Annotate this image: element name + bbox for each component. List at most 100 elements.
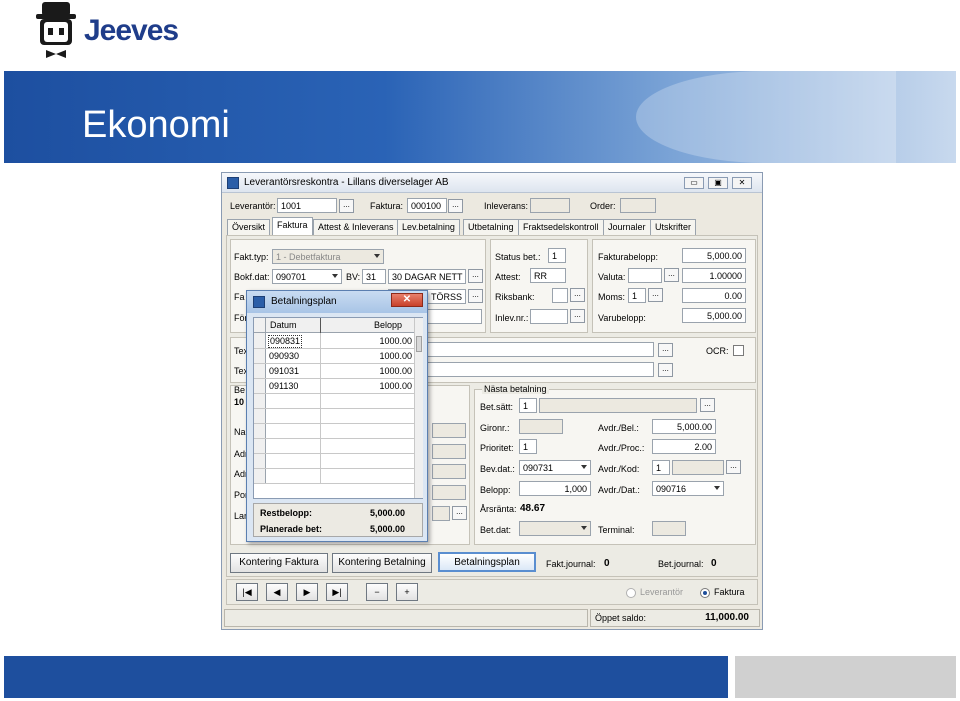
bv-lookup-button[interactable]: ... — [468, 269, 483, 283]
bev-dat-select[interactable]: 090731 — [519, 460, 591, 475]
leverantor-field[interactable]: 1001 — [277, 198, 337, 213]
previous-record-button[interactable]: ◀ — [266, 583, 288, 601]
country-field[interactable] — [432, 506, 450, 521]
leverantor-radio[interactable] — [626, 588, 636, 598]
jeeves-logo-icon — [34, 2, 78, 60]
restbelopp-value: 5,000.00 — [370, 508, 406, 518]
tab-oversikt[interactable]: Översikt — [227, 219, 271, 235]
country-lookup-button[interactable]: ... — [452, 506, 467, 520]
text2-lookup-button[interactable]: ... — [658, 363, 673, 377]
inlev-nr-field[interactable] — [530, 309, 568, 324]
avdr-kod-text-field — [672, 460, 724, 475]
tab-utbetalning[interactable]: Utbetalning — [463, 219, 519, 235]
dialog-close-button[interactable]: ✕ — [391, 293, 423, 307]
postal-field[interactable] — [432, 485, 466, 500]
row3-lookup-button[interactable]: ... — [468, 289, 483, 303]
tab-attest-inleverans[interactable]: Attest & Inleverans — [313, 219, 399, 235]
valuta-field[interactable] — [628, 268, 662, 283]
nasta-betalning-title: Nästa betalning — [482, 384, 549, 394]
bokf-dat-select[interactable]: 090701 — [272, 269, 342, 284]
faktura-radio[interactable] — [700, 588, 710, 598]
first-record-button[interactable]: |◀ — [236, 583, 258, 601]
avdr-kod-field[interactable]: 1 — [652, 460, 670, 475]
avdr-dat-value: 090716 — [656, 484, 687, 494]
riksbank-label: Riksbank: — [495, 292, 535, 302]
varubelopp-field[interactable]: 5,000.00 — [682, 308, 746, 323]
order-field[interactable] — [620, 198, 656, 213]
maximize-button[interactable]: ▣ — [708, 177, 728, 189]
kontering-faktura-button[interactable]: Kontering Faktura — [230, 553, 328, 573]
avdr-kod-lookup-button[interactable]: ... — [726, 460, 741, 474]
inleverans-field[interactable] — [530, 198, 570, 213]
tab-lev-betalning[interactable]: Lev.betalning — [397, 219, 460, 235]
footer-bar — [4, 656, 728, 698]
riksbank-field[interactable] — [552, 288, 568, 303]
address2-field[interactable] — [432, 464, 466, 479]
empty-row[interactable] — [254, 439, 414, 454]
bet-satt-lookup-button[interactable]: ... — [700, 398, 715, 412]
grid-scrollbar[interactable] — [414, 318, 423, 498]
empty-row[interactable] — [254, 424, 414, 439]
empty-row[interactable] — [254, 469, 414, 484]
moms-lookup-button[interactable]: ... — [648, 288, 663, 302]
avdr-dat-select[interactable]: 090716 — [652, 481, 724, 496]
ocr-label: OCR: — [706, 346, 729, 356]
kontering-betalning-button[interactable]: Kontering Betalning — [332, 553, 432, 573]
last-record-button[interactable]: ▶| — [326, 583, 348, 601]
text1-lookup-button[interactable]: ... — [658, 343, 673, 357]
name-field[interactable] — [432, 423, 466, 438]
table-row[interactable]: 090930 1000.00 — [254, 349, 414, 364]
oppet-saldo-value: 11,000.00 — [705, 612, 749, 623]
next-record-button[interactable]: ▶ — [296, 583, 318, 601]
empty-row[interactable] — [254, 454, 414, 469]
minimize-button[interactable]: ▭ — [684, 177, 704, 189]
moms-label: Moms: — [598, 292, 625, 302]
grid-header-belopp[interactable]: Belopp — [374, 318, 402, 333]
leverantor-lookup-button[interactable]: ... — [339, 199, 354, 213]
tab-fraktsedelskontroll[interactable]: Fraktsedelskontroll — [518, 219, 604, 235]
tab-faktura[interactable]: Faktura — [272, 217, 313, 236]
tab-journaler[interactable]: Journaler — [603, 219, 651, 235]
betalningsplan-button[interactable]: Betalningsplan — [438, 552, 536, 572]
fakt-typ-select[interactable]: 1 - Debetfaktura — [272, 249, 384, 264]
avdr-bel-field[interactable]: 5,000.00 — [652, 419, 716, 434]
bet-journal-label: Bet.journal: — [658, 559, 704, 569]
empty-row[interactable] — [254, 394, 414, 409]
fakt-journal-value: 0 — [604, 558, 610, 569]
scrollbar-thumb[interactable] — [416, 336, 422, 352]
delete-record-button[interactable]: − — [366, 583, 388, 601]
faktura-lookup-button[interactable]: ... — [448, 199, 463, 213]
add-record-button[interactable]: + — [396, 583, 418, 601]
valuta-lookup-button[interactable]: ... — [664, 268, 679, 282]
planerade-bet-label: Planerade bet: — [260, 524, 323, 534]
table-row[interactable]: 091031 1000.00 — [254, 364, 414, 379]
moms-value-field[interactable]: 0.00 — [682, 288, 746, 303]
bet-satt-field[interactable]: 1 — [519, 398, 537, 413]
status-bet-field[interactable]: 1 — [548, 248, 566, 263]
address1-field[interactable] — [432, 444, 466, 459]
inlev-nr-lookup-button[interactable]: ... — [570, 309, 585, 323]
faktura-field[interactable]: 000100 — [407, 198, 447, 213]
riksbank-lookup-button[interactable]: ... — [570, 288, 585, 302]
belopp-field[interactable]: 1,000 — [519, 481, 591, 496]
bv-field[interactable]: 31 — [362, 269, 386, 284]
table-row[interactable]: 091130 1000.00 — [254, 379, 414, 394]
bev-dat-value: 090731 — [523, 463, 554, 473]
terminal-field[interactable] — [652, 521, 686, 536]
empty-row[interactable] — [254, 409, 414, 424]
text1-field[interactable] — [422, 342, 654, 357]
table-row[interactable]: 090831 1000.00 — [254, 334, 414, 349]
bet-dat-select[interactable] — [519, 521, 591, 536]
grid-header-datum[interactable]: Datum — [270, 318, 297, 333]
prioritet-field[interactable]: 1 — [519, 439, 537, 454]
fakturabelopp-field[interactable]: 5,000.00 — [682, 248, 746, 263]
close-button[interactable]: ✕ — [732, 177, 752, 189]
attest-field[interactable]: RR — [530, 268, 566, 283]
tab-utskrifter[interactable]: Utskrifter — [650, 219, 696, 235]
text2-field[interactable] — [422, 362, 654, 377]
valuta-rate-field[interactable]: 1.00000 — [682, 268, 746, 283]
moms-code-field[interactable]: 1 — [628, 288, 646, 303]
gironr-field[interactable] — [519, 419, 563, 434]
ocr-checkbox[interactable] — [733, 345, 744, 356]
avdr-proc-field[interactable]: 2.00 — [652, 439, 716, 454]
